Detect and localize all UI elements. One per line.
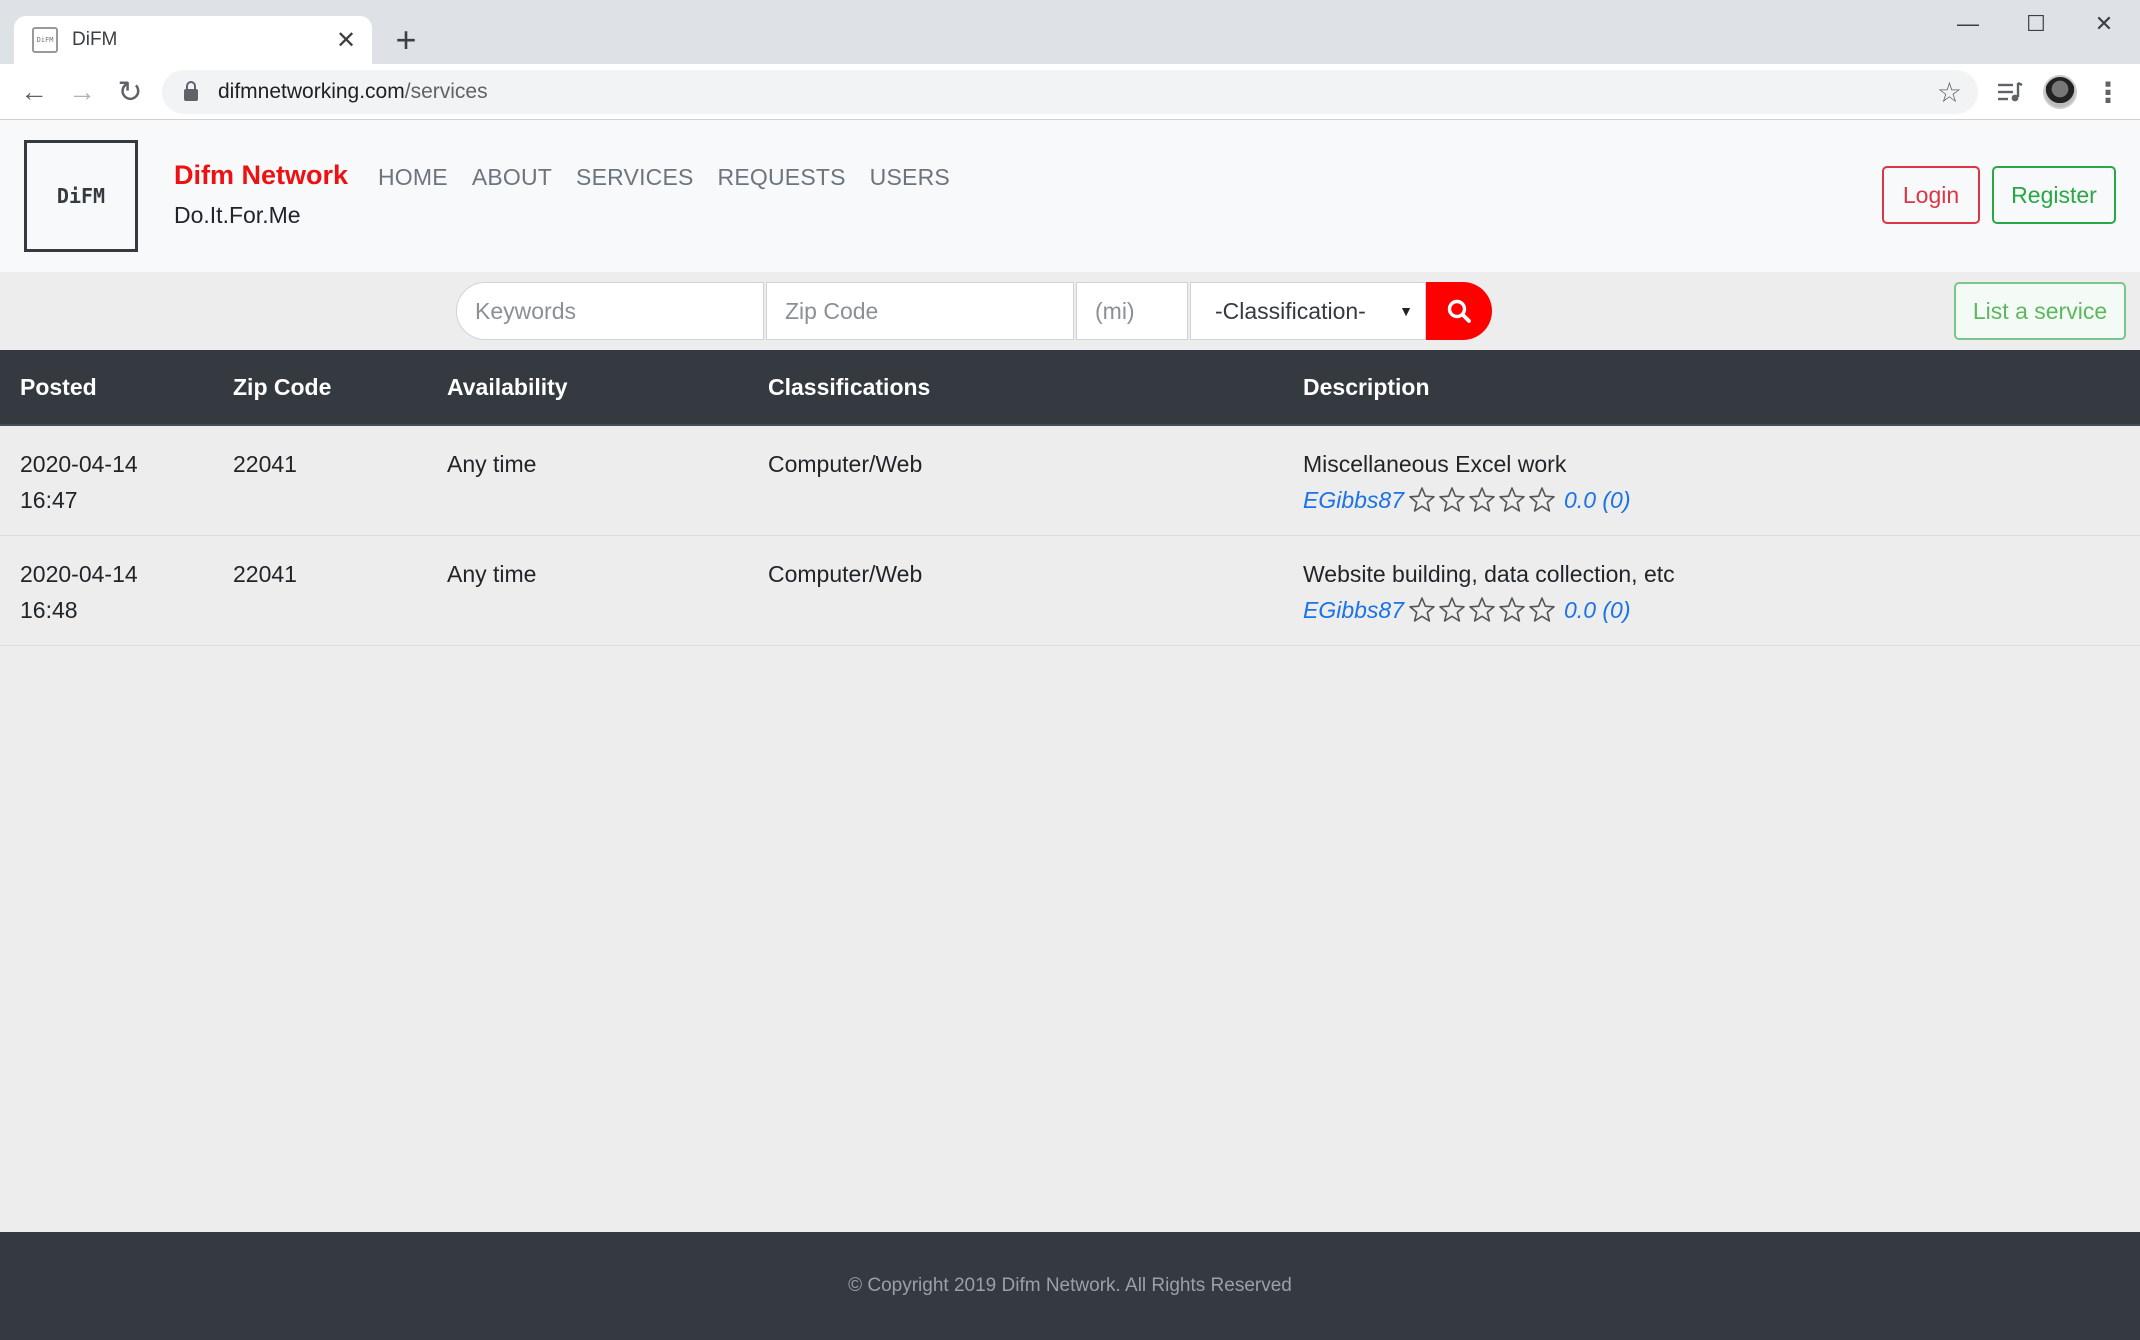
browser-tab[interactable]: DiFM DiFM ✕ (14, 16, 372, 64)
search-icon (1447, 299, 1471, 323)
register-button[interactable]: Register (1992, 166, 2116, 224)
column-header-classifications[interactable]: Classifications (768, 374, 930, 401)
site-header: DiFM Difm Network Do.It.For.Me HOME ABOU… (0, 120, 2140, 272)
list-service-button[interactable]: List a service (1954, 282, 2126, 340)
table-row[interactable]: 2020-04-14 16:47 22041 Any time Computer… (0, 426, 2140, 536)
column-header-description[interactable]: Description (1303, 374, 1430, 401)
star-icon (1499, 597, 1525, 622)
posted-cell: 2020-04-14 16:47 (20, 446, 200, 518)
site-footer: © Copyright 2019 Difm Network. All Right… (0, 1232, 2140, 1340)
rating-value[interactable]: 0.0 (1564, 482, 1596, 518)
copyright-text: © Copyright 2019 Difm Network. All Right… (848, 1275, 1292, 1296)
forward-icon[interactable]: → (62, 72, 102, 112)
star-rating (1408, 596, 1558, 624)
description-cell: Website building, data collection, etc E… (1303, 556, 1675, 628)
column-header-availability[interactable]: Availability (447, 374, 568, 401)
table-row[interactable]: 2020-04-14 16:48 22041 Any time Computer… (0, 536, 2140, 646)
login-button[interactable]: Login (1882, 166, 1980, 224)
nav-services[interactable]: SERVICES (576, 164, 694, 191)
column-header-zip[interactable]: Zip Code (233, 374, 331, 401)
favicon-icon: DiFM (32, 27, 58, 53)
star-icon (1469, 487, 1495, 512)
user-rating-line: EGibbs87 0.0 (0) (1303, 482, 1631, 518)
url-path: /services (404, 80, 488, 103)
description-cell: Miscellaneous Excel work EGibbs87 0.0 (0… (1303, 446, 1631, 518)
new-tab-icon[interactable]: + (386, 19, 426, 60)
nav-requests[interactable]: REQUESTS (718, 164, 846, 191)
star-rating (1408, 486, 1558, 514)
dropdown-caret-icon: ▼ (1399, 303, 1413, 319)
table-header: Posted Zip Code Availability Classificat… (0, 350, 2140, 426)
star-icon (1529, 597, 1555, 622)
nav-home[interactable]: HOME (378, 164, 448, 191)
maximize-icon[interactable]: ☐ (2002, 4, 2070, 44)
star-icon (1529, 487, 1555, 512)
posted-cell: 2020-04-14 16:48 (20, 556, 200, 628)
column-header-posted[interactable]: Posted (20, 374, 97, 401)
rating-count[interactable]: (0) (1602, 592, 1630, 628)
browser-toolbar: ← → ↻ difmnetworking.com/services ☆ ⋮ (0, 64, 2140, 120)
address-bar[interactable]: difmnetworking.com/services ☆ (162, 70, 1978, 114)
search-bar: Keywords Zip Code (mi) -Classification- … (0, 272, 2140, 350)
classification-cell: Computer/Web (768, 561, 923, 587)
description-text: Website building, data collection, etc (1303, 561, 1675, 587)
media-queue-icon[interactable] (1990, 72, 2030, 112)
close-window-icon[interactable]: ✕ (2070, 4, 2138, 44)
posted-time: 16:48 (20, 597, 78, 623)
keywords-input[interactable]: Keywords (456, 282, 764, 340)
availability-cell: Any time (447, 451, 537, 477)
nav-about[interactable]: ABOUT (472, 164, 552, 191)
tab-title: DiFM (72, 29, 118, 50)
avatar (2043, 75, 2077, 109)
reload-icon[interactable]: ↻ (110, 72, 150, 112)
star-icon (1469, 597, 1495, 622)
classification-selected: -Classification- (1215, 297, 1366, 324)
posted-date: 2020-04-14 (20, 451, 138, 477)
url-domain: difmnetworking.com (218, 80, 405, 103)
nav-users[interactable]: USERS (870, 164, 950, 191)
brand-tagline: Do.It.For.Me (174, 202, 301, 228)
classification-cell: Computer/Web (768, 451, 923, 477)
availability-cell: Any time (447, 561, 537, 587)
close-tab-icon[interactable]: ✕ (330, 24, 362, 56)
zip-code-input[interactable]: Zip Code (766, 282, 1074, 340)
browser-tab-strip: DiFM DiFM ✕ + — ☐ ✕ (0, 0, 2140, 64)
classification-select[interactable]: -Classification- ▼ (1190, 282, 1426, 340)
posted-date: 2020-04-14 (20, 561, 138, 587)
search-button[interactable] (1426, 282, 1492, 340)
brand-name[interactable]: Difm Network (174, 160, 348, 191)
zip-cell: 22041 (233, 451, 297, 477)
minimize-icon[interactable]: — (1934, 4, 2002, 44)
rating-count[interactable]: (0) (1602, 482, 1630, 518)
lock-icon (184, 81, 198, 101)
posted-time: 16:47 (20, 487, 78, 513)
star-icon (1409, 487, 1435, 512)
star-icon (1499, 487, 1525, 512)
back-icon[interactable]: ← (14, 72, 54, 112)
star-icon (1439, 597, 1465, 622)
distance-input[interactable]: (mi) (1076, 282, 1188, 340)
description-text: Miscellaneous Excel work (1303, 451, 1567, 477)
bookmark-star-icon[interactable]: ☆ (1937, 76, 1962, 109)
user-link[interactable]: EGibbs87 (1303, 482, 1404, 518)
main-nav: HOME ABOUT SERVICES REQUESTS USERS (378, 164, 974, 191)
zip-cell: 22041 (233, 561, 297, 587)
profile-avatar[interactable] (2040, 72, 2080, 112)
rating-value[interactable]: 0.0 (1564, 592, 1596, 628)
menu-kebab-icon[interactable]: ⋮ (2090, 72, 2126, 112)
site-logo[interactable]: DiFM (24, 140, 138, 252)
user-link[interactable]: EGibbs87 (1303, 592, 1404, 628)
star-icon (1409, 597, 1435, 622)
user-rating-line: EGibbs87 0.0 (0) (1303, 592, 1675, 628)
url-text: difmnetworking.com/services (218, 80, 488, 104)
star-icon (1439, 487, 1465, 512)
